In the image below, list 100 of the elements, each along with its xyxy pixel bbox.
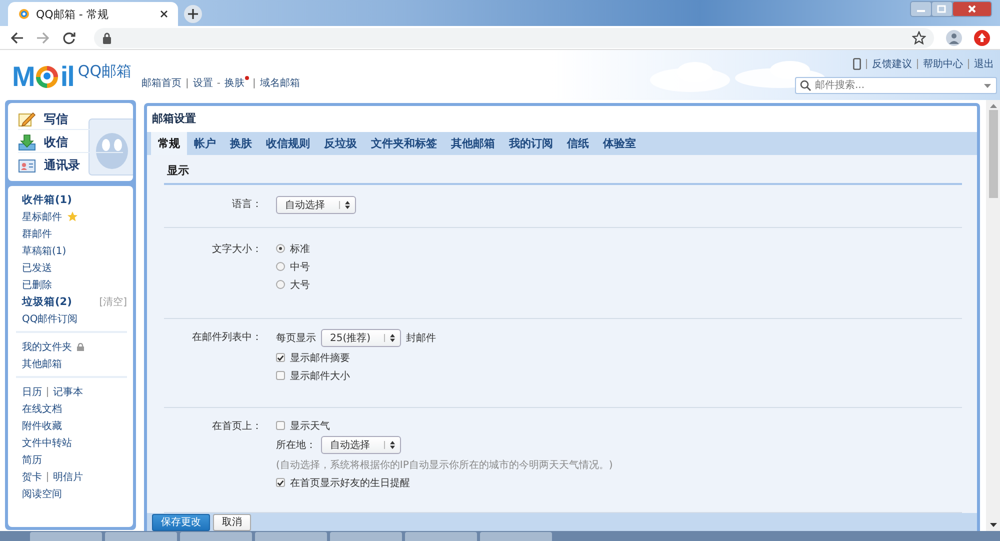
logo-icon (35, 65, 60, 89)
scroll-up-icon (990, 104, 996, 108)
folder-link[interactable]: 收件箱(1) (22, 192, 72, 206)
download-icon (18, 134, 36, 150)
radio-button[interactable] (276, 244, 285, 253)
settings-tab[interactable]: 其他邮箱 (444, 132, 502, 155)
folder-link[interactable]: 在线文档 (22, 402, 62, 416)
header-link[interactable]: 邮箱首页 (142, 76, 182, 90)
field-label: 每页显示 (276, 332, 316, 345)
option-label: 在首页显示好友的生日提醒 (290, 476, 410, 490)
search-icon (800, 80, 811, 90)
notification-dot (244, 76, 248, 80)
lock-icon (77, 342, 84, 350)
scroll-down-icon (990, 523, 996, 527)
settings-tab[interactable]: 信纸 (560, 132, 596, 155)
header-link[interactable]: 反馈建议 (872, 56, 912, 70)
sidebar-action[interactable]: 写信 (18, 109, 123, 130)
address-field[interactable] (94, 28, 934, 48)
pencil-icon (18, 110, 36, 128)
scroll-thumb[interactable] (988, 110, 998, 198)
dropdown-icon (984, 84, 991, 88)
settings-tab[interactable]: 我的订阅 (502, 132, 560, 155)
folder-link[interactable]: 明信片 (53, 470, 83, 484)
contact-card-icon (18, 156, 36, 174)
search-field[interactable]: 邮件搜索... (795, 76, 997, 94)
header-link[interactable]: 换肤 (224, 78, 244, 89)
forward-icon[interactable] (36, 30, 50, 44)
checkmark-icon (277, 480, 284, 486)
settings-tab[interactable]: 反垃圾 (317, 132, 364, 155)
field-label: 语言： (231, 198, 263, 212)
minimize-icon[interactable] (911, 2, 931, 16)
save-button[interactable]: 保存更改 (152, 514, 210, 530)
hint-text: (自动选择，系统将根据你的IP自动显示你所在的城市的今明两天天气情况。) (276, 458, 613, 472)
folder-link[interactable]: 其他邮箱 (22, 356, 62, 370)
site-icon (18, 8, 30, 20)
settings-tab[interactable]: 换肤 (223, 132, 259, 155)
folder-link[interactable]: 阅读空间 (22, 486, 62, 500)
folder-link[interactable]: 贺卡 (22, 470, 42, 484)
close-icon[interactable] (160, 10, 168, 18)
checkbox[interactable] (276, 353, 285, 362)
dropdown[interactable]: 25(推荐) (321, 329, 401, 347)
checkbox[interactable] (276, 478, 285, 487)
phone-icon[interactable] (853, 58, 861, 70)
lock-icon (102, 32, 112, 44)
back-icon[interactable] (10, 30, 24, 44)
radio-button[interactable] (276, 280, 285, 289)
folder-link[interactable]: 简历 (22, 452, 42, 466)
settings-tab[interactable]: 体验室 (596, 132, 643, 155)
folder-link[interactable]: 我的文件夹 (22, 340, 72, 354)
folder-link[interactable]: 日历 (22, 384, 42, 398)
field-label: 所在地： (276, 438, 316, 452)
settings-tab[interactable]: 文件夹和标签 (364, 132, 444, 155)
window-controls[interactable] (910, 1, 992, 17)
star-icon[interactable] (912, 30, 926, 44)
folder-link[interactable]: 群邮件 (22, 226, 52, 240)
restore-icon[interactable] (932, 2, 952, 16)
folder-link[interactable]: 垃圾箱(2) (22, 294, 72, 308)
header-link[interactable]: 域名邮箱 (260, 76, 300, 90)
updown-icon (339, 201, 350, 209)
browser-tab[interactable]: QQ邮箱 - 常规 (8, 2, 178, 26)
header-link[interactable]: 帮助中心 (923, 56, 963, 70)
extension-icon[interactable] (974, 30, 990, 46)
new-tab-icon[interactable] (184, 5, 202, 23)
separator: | (252, 78, 256, 88)
folder-link[interactable]: 星标邮件 (22, 210, 62, 224)
updown-icon (384, 334, 395, 342)
settings-tab[interactable]: 帐户 (187, 132, 223, 155)
logo-text: il (60, 62, 74, 92)
option-label: 标准 (290, 242, 310, 256)
tab-title: QQ邮箱 - 常规 (36, 6, 110, 22)
avatar-icon[interactable] (946, 30, 962, 46)
folder-link[interactable]: 附件收藏 (22, 418, 62, 432)
folder-link[interactable]: 已发送 (22, 260, 52, 274)
radio-button[interactable] (276, 262, 285, 271)
folder-link[interactable]: 记事本 (53, 384, 83, 398)
sidebar-action[interactable]: 收信 (18, 132, 123, 153)
reload-icon[interactable] (62, 30, 76, 44)
folder-link[interactable]: 文件中转站 (22, 436, 72, 450)
sidebar-action[interactable]: 通讯录 (18, 155, 123, 175)
header-link[interactable]: 退出 (974, 56, 994, 70)
checkbox[interactable] (276, 421, 285, 430)
settings-tab[interactable]: 常规 (151, 132, 187, 155)
product-name: QQ邮箱 (78, 62, 132, 81)
separator: | (186, 78, 189, 88)
folder-link[interactable]: QQ邮件订阅 (22, 312, 78, 326)
option-label: 显示天气 (290, 420, 330, 432)
checkbox[interactable] (276, 371, 285, 380)
updown-icon (384, 441, 395, 449)
dropdown[interactable]: 自动选择 (276, 196, 356, 214)
folder-link[interactable]: 草稿箱(1) (22, 244, 66, 258)
separator: - (216, 78, 220, 88)
cancel-button[interactable]: 取消 (213, 514, 251, 530)
header-link[interactable]: 设置 (192, 76, 213, 90)
folder-link[interactable]: 已删除 (22, 278, 52, 292)
dropdown[interactable]: 自动选择 (321, 436, 401, 454)
settings-tab[interactable]: 收信规则 (259, 132, 317, 155)
scrollbar[interactable] (986, 100, 1000, 531)
option-label: 大号 (290, 278, 310, 292)
option-label: 中号 (290, 260, 310, 274)
field-label: 在首页上： (211, 420, 263, 434)
